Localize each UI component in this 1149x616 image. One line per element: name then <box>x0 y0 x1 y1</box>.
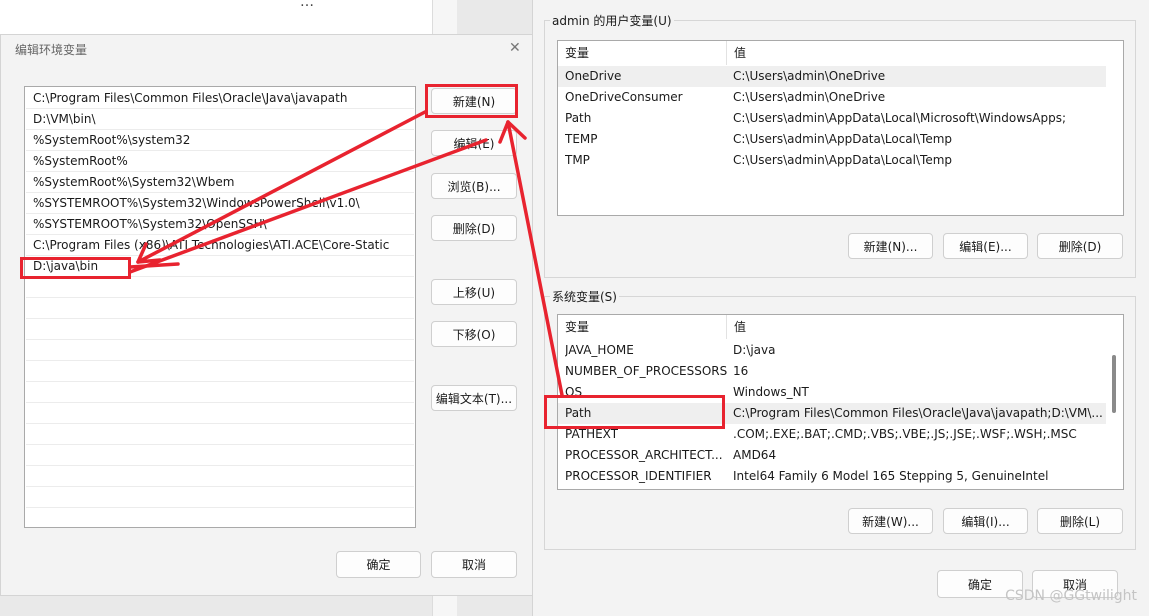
underline-stroke <box>128 262 180 269</box>
arrow-edit-to-list <box>128 138 488 274</box>
watermark: CSDN @GGtwilight <box>1005 588 1137 604</box>
annotation-arrows <box>128 110 564 397</box>
arrow-new-to-list <box>136 110 427 264</box>
arrow-path-to-new <box>506 120 564 397</box>
